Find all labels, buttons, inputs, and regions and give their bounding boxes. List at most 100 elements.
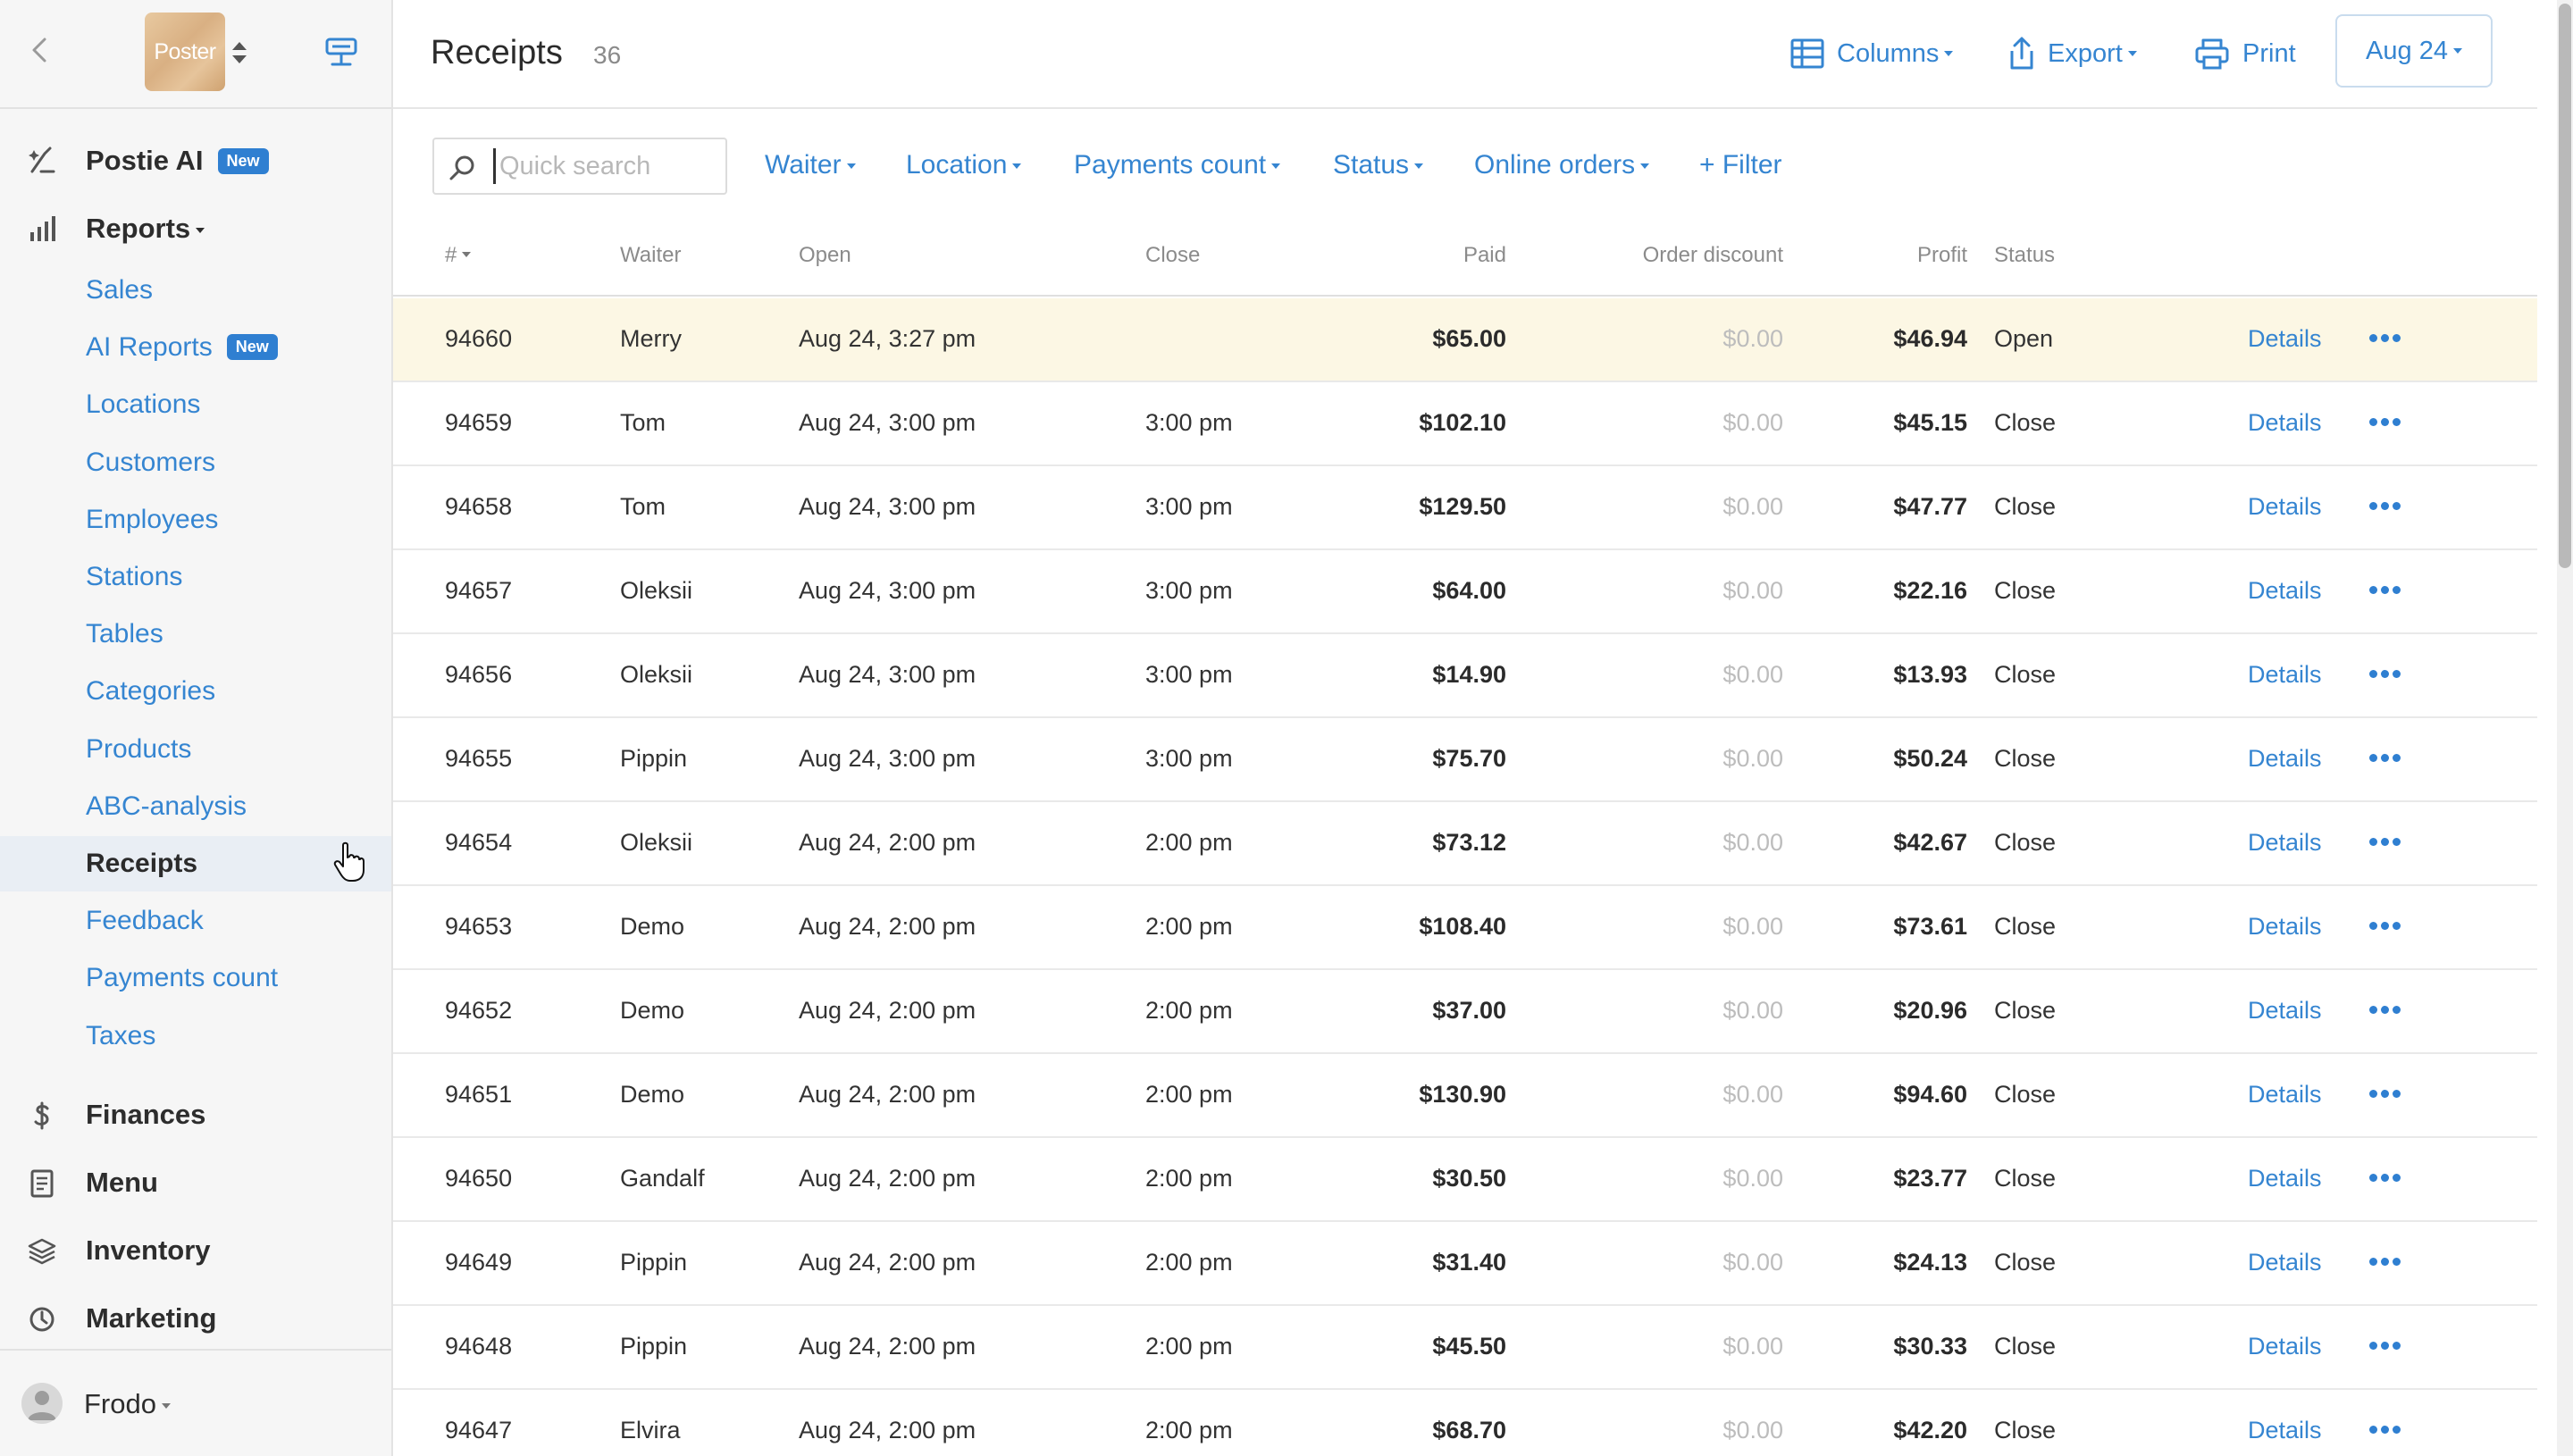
- sidebar-item-customers[interactable]: Customers: [0, 435, 391, 490]
- more-options-icon[interactable]: [2369, 750, 2409, 768]
- details-link[interactable]: Details: [2248, 1165, 2322, 1192]
- more-options-icon[interactable]: [2369, 414, 2409, 432]
- details-link[interactable]: Details: [2248, 1081, 2322, 1109]
- table-row[interactable]: 94651 Demo Aug 24, 2:00 pm 2:00 pm $130.90 $0…: [393, 1054, 2537, 1138]
- scrollbar-thumb[interactable]: [2559, 4, 2571, 568]
- column-number[interactable]: #: [445, 243, 472, 268]
- table-row[interactable]: 94647 Elvira Aug 24, 2:00 pm 2:00 pm $68.70 $…: [393, 1390, 2537, 1456]
- more-options-icon[interactable]: [2369, 1170, 2409, 1188]
- table-row[interactable]: 94659 Tom Aug 24, 3:00 pm 3:00 pm $102.10 $0.…: [393, 382, 2537, 466]
- details-link[interactable]: Details: [2248, 661, 2322, 689]
- table-row[interactable]: 94654 Oleksii Aug 24, 2:00 pm 2:00 pm $73.12…: [393, 802, 2537, 886]
- sidebar-item-ai-reports[interactable]: AI Reports New: [0, 320, 391, 375]
- sidebar-item-label: Payments count: [86, 963, 278, 993]
- more-options-icon[interactable]: [2369, 834, 2409, 852]
- columns-button[interactable]: Columns: [1790, 34, 1954, 73]
- details-link[interactable]: Details: [2248, 493, 2322, 521]
- export-button[interactable]: Export: [2008, 34, 2137, 73]
- pos-terminal-icon[interactable]: [323, 36, 359, 68]
- table-row[interactable]: 94658 Tom Aug 24, 3:00 pm 3:00 pm $129.50 $0.…: [393, 466, 2537, 550]
- business-logo[interactable]: Poster: [145, 13, 225, 91]
- table-row[interactable]: 94655 Pippin Aug 24, 3:00 pm 3:00 pm $75.70 $…: [393, 718, 2537, 802]
- vertical-scrollbar[interactable]: [2557, 0, 2573, 1456]
- main-content: Receipts 36 Columns Export Print Aug 24 …: [393, 0, 2573, 1456]
- sort-arrows-icon[interactable]: [229, 39, 250, 66]
- more-options-icon[interactable]: [2369, 1002, 2409, 1020]
- column-profit[interactable]: Profit: [1789, 243, 1967, 268]
- nav-finances[interactable]: Finances: [0, 1086, 391, 1143]
- sidebar-item-taxes[interactable]: Taxes: [0, 1008, 391, 1064]
- table-row[interactable]: 94653 Demo Aug 24, 2:00 pm 2:00 pm $108.40 $0…: [393, 886, 2537, 970]
- cell-profit: $46.94: [1893, 325, 1967, 352]
- date-picker-button[interactable]: Aug 24: [2335, 14, 2493, 88]
- table-row[interactable]: 94660 Merry Aug 24, 3:27 pm $65.00 $0.00 $46.…: [393, 298, 2537, 382]
- details-link[interactable]: Details: [2248, 997, 2322, 1025]
- sidebar-item-text: Payments count: [86, 963, 279, 993]
- chevron-left-icon[interactable]: [23, 32, 59, 68]
- nav-menu[interactable]: Menu: [0, 1154, 391, 1211]
- details-link[interactable]: Details: [2248, 577, 2322, 605]
- add-filter-button[interactable]: + Filter: [1699, 150, 1782, 180]
- more-options-icon[interactable]: [2369, 1086, 2409, 1104]
- table-row[interactable]: 94656 Oleksii Aug 24, 3:00 pm 3:00 pm $14.90…: [393, 634, 2537, 718]
- sidebar-item-locations[interactable]: Locations: [0, 377, 391, 432]
- sidebar-item-payments-count[interactable]: Payments count: [0, 950, 391, 1006]
- search-box[interactable]: [432, 138, 727, 195]
- more-options-icon[interactable]: [2369, 666, 2409, 684]
- more-options-icon[interactable]: [2369, 498, 2409, 516]
- details-link[interactable]: Details: [2248, 745, 2322, 773]
- nav-reports[interactable]: Reports: [0, 200, 391, 257]
- sidebar-item-tables[interactable]: Tables: [0, 607, 391, 662]
- user-menu[interactable]: Frodo: [84, 1388, 171, 1420]
- table-row[interactable]: 94652 Demo Aug 24, 2:00 pm 2:00 pm $37.00 $0.…: [393, 970, 2537, 1054]
- column-status[interactable]: Status: [1994, 243, 2055, 268]
- filter-location-label: Location: [906, 150, 1008, 180]
- nav-inventory[interactable]: Inventory: [0, 1222, 391, 1279]
- details-link[interactable]: Details: [2248, 325, 2322, 353]
- table-row[interactable]: 94650 Gandalf Aug 24, 2:00 pm 2:00 pm $30.50…: [393, 1138, 2537, 1222]
- more-options-icon[interactable]: [2369, 1338, 2409, 1356]
- table-row[interactable]: 94657 Oleksii Aug 24, 3:00 pm 3:00 pm $64.00…: [393, 550, 2537, 634]
- cell-open-time: Aug 24, 3:27 pm: [799, 325, 976, 352]
- more-options-icon[interactable]: [2369, 582, 2409, 600]
- sidebar-item-feedback[interactable]: Feedback: [0, 893, 391, 949]
- sidebar-item-abc-analysis[interactable]: ABC-analysis: [0, 779, 391, 834]
- filter-payments-count[interactable]: Payments count: [1074, 150, 1281, 180]
- avatar[interactable]: [21, 1383, 63, 1424]
- column-waiter[interactable]: Waiter: [620, 243, 681, 268]
- details-link[interactable]: Details: [2248, 913, 2322, 941]
- column-order-discount[interactable]: Order discount: [1560, 243, 1783, 268]
- details-link[interactable]: Details: [2248, 1333, 2322, 1360]
- details-link[interactable]: Details: [2248, 409, 2322, 437]
- table-row[interactable]: 94648 Pippin Aug 24, 2:00 pm 2:00 pm $45.50 $…: [393, 1306, 2537, 1390]
- table-row[interactable]: 94649 Pippin Aug 24, 2:00 pm 2:00 pm $31.40 $…: [393, 1222, 2537, 1306]
- filter-waiter[interactable]: Waiter: [765, 150, 856, 180]
- column-paid[interactable]: Paid: [1328, 243, 1506, 268]
- print-button[interactable]: Print: [2194, 34, 2296, 73]
- sidebar-item-categories[interactable]: Categories: [0, 664, 391, 719]
- cell-number: 94658: [445, 493, 513, 520]
- nav-marketing[interactable]: Marketing: [0, 1290, 391, 1347]
- sidebar-item-employees[interactable]: Employees: [0, 492, 391, 548]
- more-options-icon[interactable]: [2369, 918, 2409, 936]
- filter-online-orders[interactable]: Online orders: [1474, 150, 1650, 180]
- filter-status[interactable]: Status: [1333, 150, 1424, 180]
- sidebar-item-label: Locations: [86, 389, 200, 420]
- details-link[interactable]: Details: [2248, 829, 2322, 857]
- cell-open-time: Aug 24, 3:00 pm: [799, 409, 976, 436]
- sidebar-item-sales[interactable]: Sales: [0, 263, 391, 318]
- more-options-icon[interactable]: [2369, 1254, 2409, 1272]
- details-link[interactable]: Details: [2248, 1417, 2322, 1444]
- column-close[interactable]: Close: [1145, 243, 1200, 268]
- more-options-icon[interactable]: [2369, 331, 2409, 348]
- more-options-icon[interactable]: [2369, 1422, 2409, 1440]
- filter-location[interactable]: Location: [906, 150, 1022, 180]
- cell-order-discount: $0.00: [1722, 577, 1783, 604]
- sidebar-item-stations[interactable]: Stations: [0, 549, 391, 605]
- column-open[interactable]: Open: [799, 243, 851, 268]
- sidebar-item-products[interactable]: Products: [0, 722, 391, 777]
- search-input[interactable]: [493, 148, 717, 184]
- details-link[interactable]: Details: [2248, 1249, 2322, 1276]
- cell-profit: $30.33: [1893, 1333, 1967, 1360]
- nav-postie-ai[interactable]: Postie AI New: [0, 130, 391, 188]
